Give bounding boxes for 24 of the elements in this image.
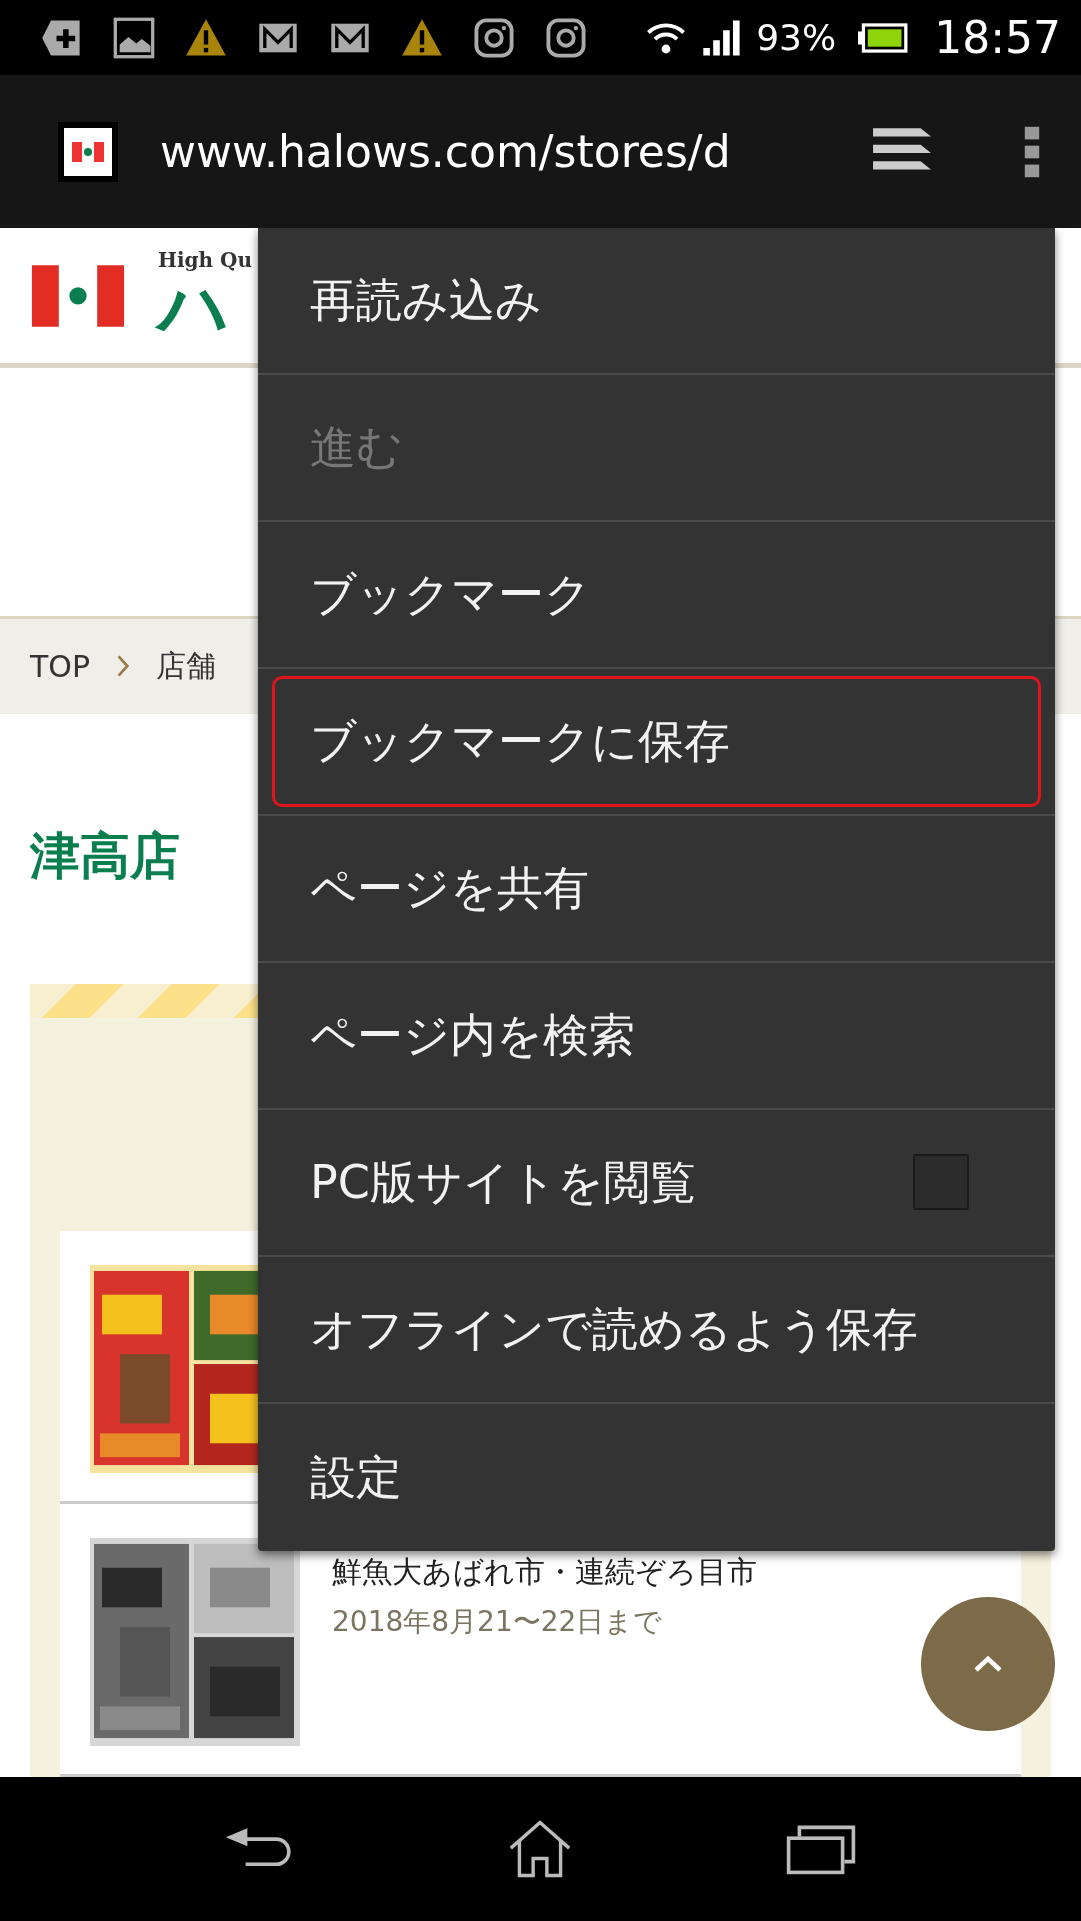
store-title: 津高店 (30, 826, 180, 887)
site-logo-icon (58, 121, 118, 182)
menu-item[interactable]: 設定 (272, 1412, 1041, 1543)
camera-icon (472, 15, 516, 60)
image-icon (112, 15, 156, 60)
menu-item[interactable]: 再読み込み (272, 235, 1041, 366)
checkbox[interactable] (913, 1154, 969, 1210)
flyer-title[interactable]: 鮮魚大あばれ市・連続ぞろ目市 (332, 1552, 757, 1593)
caret-icon (973, 1654, 1003, 1674)
flyer-date: 2018年8月21〜22日まで (332, 1604, 664, 1640)
menu-item[interactable]: ブックマークに保存 (272, 676, 1041, 807)
battery-icon (858, 20, 909, 55)
url-text[interactable]: www.halows.com/stores/d (160, 126, 871, 177)
menu-item[interactable]: PC版サイトを閲覧 (272, 1117, 1041, 1248)
menu-item[interactable]: ページ内を検索 (272, 970, 1041, 1101)
breadcrumb-link[interactable]: 店舗 (156, 646, 217, 687)
menu-item[interactable]: オフラインで読めるよう保存 (272, 1264, 1041, 1395)
battery-percent: 93% (756, 17, 837, 58)
clock: 18:57 (934, 12, 1061, 63)
menu-item[interactable]: ブックマーク (272, 529, 1041, 660)
menu-item[interactable]: ページを共有 (272, 823, 1041, 954)
logo-tagline: High Qu (158, 248, 252, 273)
breadcrumb-link[interactable]: TOP (30, 649, 91, 684)
camera-icon (544, 15, 588, 60)
